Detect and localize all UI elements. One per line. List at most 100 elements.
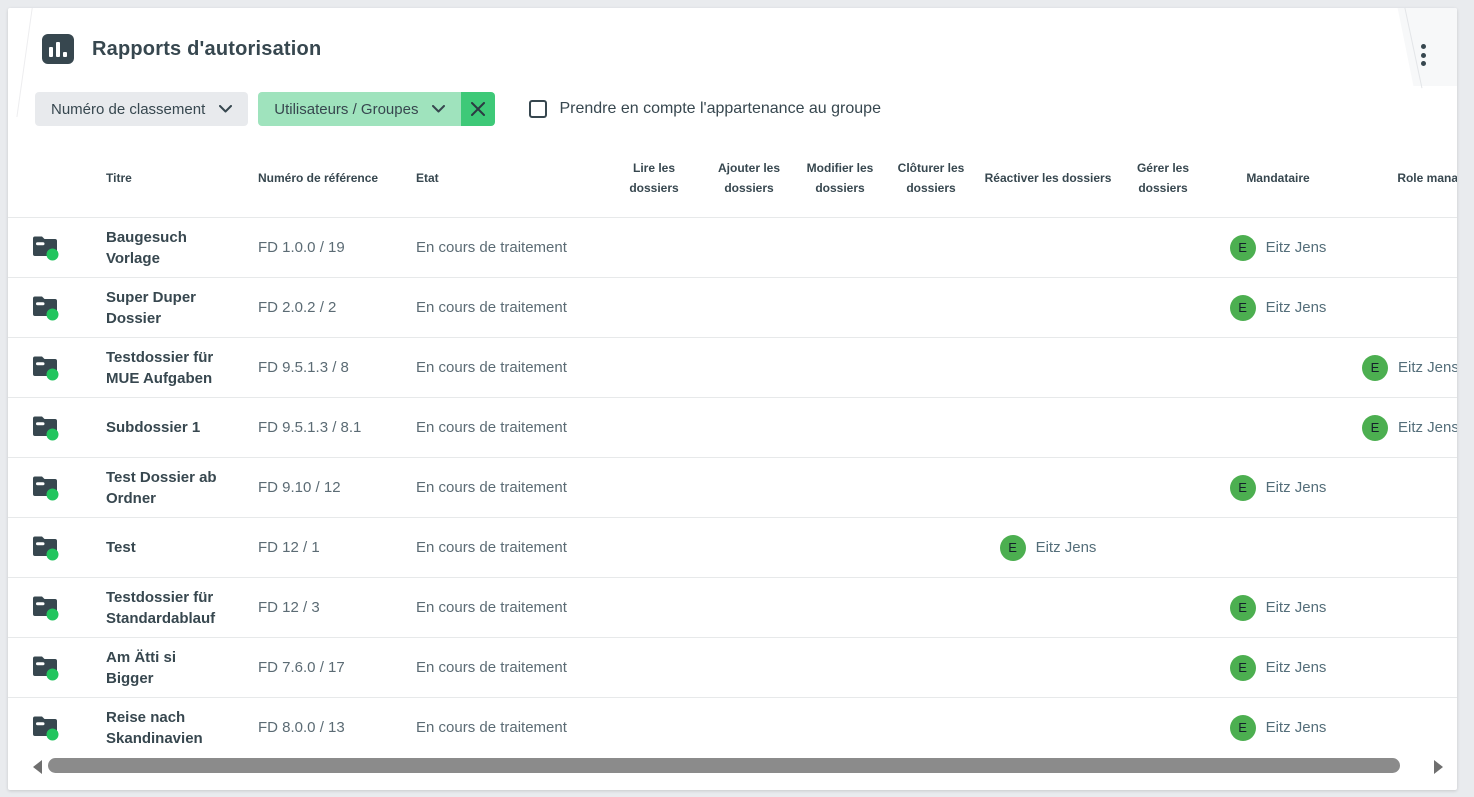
table-row[interactable]: Test FD 12 / 1 En cours de traitement EE… bbox=[8, 517, 1457, 577]
scroll-left-arrow-icon[interactable] bbox=[33, 760, 42, 774]
column-header-reactivate: Réactiver les dossiers bbox=[980, 169, 1116, 189]
dossier-title: Reise nach Skandinavien bbox=[106, 707, 218, 749]
folder-status-icon bbox=[31, 714, 61, 742]
dossier-status: En cours de traitement bbox=[416, 239, 567, 256]
user-avatar: E bbox=[1230, 655, 1256, 681]
user-assignment: E Eitz Jens bbox=[1000, 535, 1097, 561]
group-membership-checkbox[interactable] bbox=[529, 100, 547, 118]
dossier-reference: FD 8.0.0 / 13 bbox=[258, 719, 345, 736]
user-name: Eitz Jens bbox=[1266, 719, 1327, 736]
dossier-reference: FD 9.10 / 12 bbox=[258, 479, 341, 496]
table-row[interactable]: Super Duper Dossier FD 2.0.2 / 2 En cour… bbox=[8, 277, 1457, 337]
user-name: Eitz Jens bbox=[1036, 539, 1097, 556]
user-avatar: E bbox=[1362, 415, 1388, 441]
dossier-status: En cours de traitement bbox=[416, 479, 567, 496]
user-name: Eitz Jens bbox=[1266, 479, 1327, 496]
dossier-reference: FD 9.5.1.3 / 8 bbox=[258, 359, 349, 376]
user-avatar: E bbox=[1230, 475, 1256, 501]
dossier-reference: FD 12 / 3 bbox=[258, 599, 320, 616]
column-header-manage: Gérer les dossiers bbox=[1116, 159, 1210, 199]
users-groups-filter: Utilisateurs / Groupes bbox=[258, 92, 495, 126]
close-x-icon[interactable] bbox=[461, 92, 495, 126]
authorization-reports-panel: Rapports d'autorisation Numéro de classe… bbox=[8, 8, 1457, 790]
scrollbar-thumb[interactable] bbox=[48, 758, 1400, 773]
panel-header: Rapports d'autorisation bbox=[42, 34, 321, 64]
column-header-title: Titre bbox=[106, 169, 258, 189]
filter-bar: Numéro de classement Utilisateurs / Grou… bbox=[35, 92, 881, 126]
dossier-title: Testdossier für MUE Aufgaben bbox=[106, 347, 218, 389]
dossier-reference: FD 2.0.2 / 2 bbox=[258, 299, 336, 316]
user-name: Eitz Jens bbox=[1266, 239, 1327, 256]
table-row[interactable]: Subdossier 1 FD 9.5.1.3 / 8.1 En cours d… bbox=[8, 397, 1457, 457]
chevron-down-icon bbox=[432, 105, 445, 113]
folder-status-icon bbox=[31, 354, 61, 382]
table-header-row: Titre Numéro de référence Etat Lire les … bbox=[8, 140, 1457, 217]
dossier-reference: FD 9.5.1.3 / 8.1 bbox=[258, 419, 361, 436]
classification-dropdown[interactable]: Numéro de classement bbox=[35, 92, 248, 126]
table-row[interactable]: Am Ätti si Bigger FD 7.6.0 / 17 En cours… bbox=[8, 637, 1457, 697]
folder-status-icon bbox=[31, 654, 61, 682]
table-row[interactable]: Testdossier für MUE Aufgaben FD 9.5.1.3 … bbox=[8, 337, 1457, 397]
dossier-title: Baugesuch Vorlage bbox=[106, 227, 218, 269]
user-assignment: E Eitz Jens bbox=[1230, 235, 1327, 261]
dossier-reference: FD 1.0.0 / 19 bbox=[258, 239, 345, 256]
folder-status-icon bbox=[31, 474, 61, 502]
table-row[interactable]: Reise nach Skandinavien FD 8.0.0 / 13 En… bbox=[8, 697, 1457, 757]
user-avatar: E bbox=[1000, 535, 1026, 561]
dossier-title: Test bbox=[106, 537, 218, 558]
users-groups-dropdown[interactable]: Utilisateurs / Groupes bbox=[258, 92, 461, 126]
table-row[interactable]: Testdossier für Standardablauf FD 12 / 3… bbox=[8, 577, 1457, 637]
folder-status-icon bbox=[31, 594, 61, 622]
user-assignment: E Eitz Jens bbox=[1362, 415, 1457, 441]
dossier-status: En cours de traitement bbox=[416, 419, 567, 436]
folder-status-icon bbox=[31, 534, 61, 562]
dossier-status: En cours de traitement bbox=[416, 659, 567, 676]
group-membership-label: Prendre en compte l'appartenance au grou… bbox=[559, 100, 881, 118]
user-assignment: E Eitz Jens bbox=[1230, 475, 1327, 501]
dossier-status: En cours de traitement bbox=[416, 599, 567, 616]
user-name: Eitz Jens bbox=[1266, 599, 1327, 616]
column-header-modify: Modifier les dossiers bbox=[798, 159, 882, 199]
column-header-add: Ajouter les dossiers bbox=[700, 159, 798, 199]
dossier-title: Test Dossier ab Ordner bbox=[106, 467, 218, 509]
dossier-title: Am Ätti si Bigger bbox=[106, 647, 218, 689]
column-header-role-manager: Role manager bbox=[1346, 169, 1457, 189]
chevron-down-icon bbox=[219, 105, 232, 113]
dossier-title: Super Duper Dossier bbox=[106, 287, 218, 329]
bar-chart-icon bbox=[42, 34, 74, 64]
user-assignment: E Eitz Jens bbox=[1230, 715, 1327, 741]
dossier-status: En cours de traitement bbox=[416, 719, 567, 736]
dossier-status: En cours de traitement bbox=[416, 359, 567, 376]
user-assignment: E Eitz Jens bbox=[1362, 355, 1457, 381]
user-name: Eitz Jens bbox=[1398, 419, 1457, 436]
user-assignment: EEitz Jens bbox=[1230, 655, 1327, 681]
column-header-reference: Numéro de référence bbox=[258, 169, 416, 189]
user-assignment: E Eitz Jens bbox=[1230, 295, 1327, 321]
table-row[interactable]: Test Dossier ab Ordner FD 9.10 / 12 En c… bbox=[8, 457, 1457, 517]
kebab-menu-icon[interactable] bbox=[1415, 42, 1431, 68]
authorization-table: Titre Numéro de référence Etat Lire les … bbox=[8, 140, 1457, 757]
user-avatar: E bbox=[1230, 715, 1256, 741]
dossier-status: En cours de traitement bbox=[416, 299, 567, 316]
user-assignment: EEitz Jens bbox=[1230, 595, 1327, 621]
table-row[interactable]: Baugesuch Vorlage FD 1.0.0 / 19 En cours… bbox=[8, 217, 1457, 277]
folder-status-icon bbox=[31, 414, 61, 442]
dossier-reference: FD 7.6.0 / 17 bbox=[258, 659, 345, 676]
dossier-status: En cours de traitement bbox=[416, 539, 567, 556]
scroll-right-arrow-icon[interactable] bbox=[1434, 760, 1443, 774]
column-header-read: Lire les dossiers bbox=[608, 159, 700, 199]
dossier-reference: FD 12 / 1 bbox=[258, 539, 320, 556]
decorative-diagonal-left bbox=[16, 8, 33, 117]
table-body: Baugesuch Vorlage FD 1.0.0 / 19 En cours… bbox=[8, 217, 1457, 757]
user-name: Eitz Jens bbox=[1398, 359, 1457, 376]
classification-dropdown-label: Numéro de classement bbox=[51, 101, 205, 118]
user-avatar: E bbox=[1230, 235, 1256, 261]
folder-status-icon bbox=[31, 234, 61, 262]
user-avatar: E bbox=[1230, 295, 1256, 321]
user-avatar: E bbox=[1362, 355, 1388, 381]
folder-status-icon bbox=[31, 294, 61, 322]
dossier-title: Testdossier für Standardablauf bbox=[106, 587, 218, 629]
user-name: Eitz Jens bbox=[1266, 299, 1327, 316]
group-membership-option: Prendre en compte l'appartenance au grou… bbox=[529, 100, 881, 118]
column-header-status: Etat bbox=[416, 169, 608, 189]
